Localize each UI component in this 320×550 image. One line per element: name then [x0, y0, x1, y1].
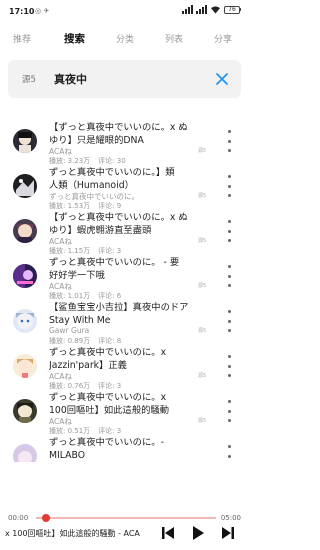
song-title: ずっと真夜中でいいのに。 - 要 好好学一下哦: [49, 257, 180, 281]
song-stats: 播放: 1.53万 评论: 9: [49, 202, 122, 210]
more-icon[interactable]: [226, 445, 232, 462]
tab-recommend[interactable]: 推荐: [13, 32, 31, 45]
app-screen: 17:10 ◎ ✈ 76 推荐 搜索 分类 列表 分享 源5 真夜中 【ずっと真…: [0, 0, 249, 550]
song-artist: Gawr Gura: [49, 326, 90, 335]
avatar: [13, 354, 37, 378]
song-title: 【ずっと真夜中でいいのに。x ぬ ゆり】蝦虎翱游直至盡頭: [49, 212, 188, 236]
song-stats: 播放: 0.51万 评论: 3: [49, 427, 122, 435]
clear-icon[interactable]: [215, 72, 229, 86]
source-badge: 源5: [198, 238, 207, 244]
list-item[interactable]: ずっと真夜中でいいのに。- MILABO: [0, 436, 249, 462]
more-icon[interactable]: [226, 130, 232, 152]
tab-search[interactable]: 搜索: [64, 31, 85, 46]
list-item[interactable]: 【ずっと真夜中でいいのに。x ぬ ゆり】蝦虎翱游直至盡頭 ACAね 播放: 1.…: [0, 211, 249, 255]
battery-icon: 76: [224, 5, 241, 14]
list-item[interactable]: ずっと真夜中でいいのに。】類 人類（Humanoid） ずっと真夜中でいいのに。…: [0, 166, 249, 210]
avatar: [13, 264, 37, 288]
source-badge: 源5: [198, 328, 207, 334]
song-stats: 播放: 0.76万 评论: 3: [49, 382, 122, 390]
status-time: 17:10: [9, 7, 35, 16]
source-badge: 源5: [198, 283, 207, 289]
tab-category[interactable]: 分类: [116, 32, 134, 45]
list-item[interactable]: ずっと真夜中でいいのに。x 100回嘔吐】如此這般的騒動 ACAね 播放: 0.…: [0, 391, 249, 435]
progress-knob[interactable]: [42, 514, 50, 522]
now-playing-title[interactable]: x 100回嘔吐】如此這般的騒動 - ACA: [5, 528, 155, 539]
song-title: 【鲨鱼宝宝小吉拉】真夜中のドア Stay With Me: [49, 302, 189, 326]
avatar: [13, 219, 37, 243]
status-indicators: 76: [182, 5, 241, 14]
more-icon[interactable]: [226, 220, 232, 242]
list-item[interactable]: ずっと真夜中でいいのに。 - 要 好好学一下哦 ACAね 播放: 1.01万 评论…: [0, 256, 249, 300]
status-bar: 17:10 ◎ ✈ 76: [0, 0, 249, 22]
progress-bar[interactable]: [36, 517, 216, 519]
song-stats: 播放: 3.23万 评论: 30: [49, 157, 126, 165]
song-stats: 播放: 1.01万 评论: 6: [49, 292, 122, 300]
list-item[interactable]: 【鲨鱼宝宝小吉拉】真夜中のドア Stay With Me Gawr Gura 播…: [0, 301, 249, 345]
song-title: ずっと真夜中でいいのに。x Jazzin'park】正義: [49, 347, 167, 371]
avatar: [13, 309, 37, 333]
previous-icon[interactable]: [160, 525, 176, 541]
more-icon[interactable]: [226, 265, 232, 287]
avatar: [13, 174, 37, 198]
song-title: ずっと真夜中でいいのに。- MILABO: [49, 437, 164, 461]
avatar: [13, 444, 37, 462]
song-title: 【ずっと真夜中でいいのに。x ぬ ゆり】只是耀眼的DNA: [49, 122, 188, 146]
wifi-icon: [211, 6, 220, 14]
song-title: ずっと真夜中でいいのに。x 100回嘔吐】如此這般的騒動: [49, 392, 170, 416]
list-item[interactable]: 【ずっと真夜中でいいのに。x ぬ ゆり】只是耀眼的DNA ACAね 播放: 3.…: [0, 121, 249, 165]
more-icon[interactable]: [226, 355, 232, 377]
search-input[interactable]: 真夜中: [54, 71, 87, 87]
avatar: [13, 129, 37, 153]
song-stats: 播放: 1.15万 评论: 3: [49, 247, 122, 255]
more-icon[interactable]: [226, 310, 232, 332]
current-time: 00:00: [8, 514, 29, 522]
total-time: 05:00: [220, 514, 241, 522]
more-icon[interactable]: [226, 175, 232, 197]
search-source-selector[interactable]: 源5: [22, 73, 36, 85]
source-badge: 源5: [198, 418, 207, 424]
mini-player: 00:00 05:00 x 100回嘔吐】如此這般的騒動 - ACA: [0, 510, 249, 550]
tab-list[interactable]: 列表: [165, 32, 183, 45]
source-badge: 源5: [198, 193, 207, 199]
avatar: [13, 399, 37, 423]
signal-icon-2: [196, 5, 207, 14]
next-icon[interactable]: [220, 525, 236, 541]
status-notification-icons: ◎ ✈: [35, 7, 50, 15]
tab-share[interactable]: 分享: [214, 32, 232, 45]
play-icon[interactable]: [190, 525, 206, 541]
signal-icon: [182, 5, 193, 14]
list-item[interactable]: ずっと真夜中でいいのに。x Jazzin'park】正義 ACAね 播放: 0.…: [0, 346, 249, 390]
song-stats: 播放: 0.89万 评论: 8: [49, 337, 122, 345]
battery-level: 76: [224, 5, 240, 14]
song-title: ずっと真夜中でいいのに。】類 人類（Humanoid）: [49, 167, 175, 191]
more-icon[interactable]: [226, 400, 232, 422]
source-badge: 源5: [198, 373, 207, 379]
top-tabs: 推荐 搜索 分类 列表 分享: [0, 28, 249, 50]
search-bar[interactable]: 源5 真夜中: [8, 60, 241, 98]
source-badge: 源5: [198, 148, 207, 154]
